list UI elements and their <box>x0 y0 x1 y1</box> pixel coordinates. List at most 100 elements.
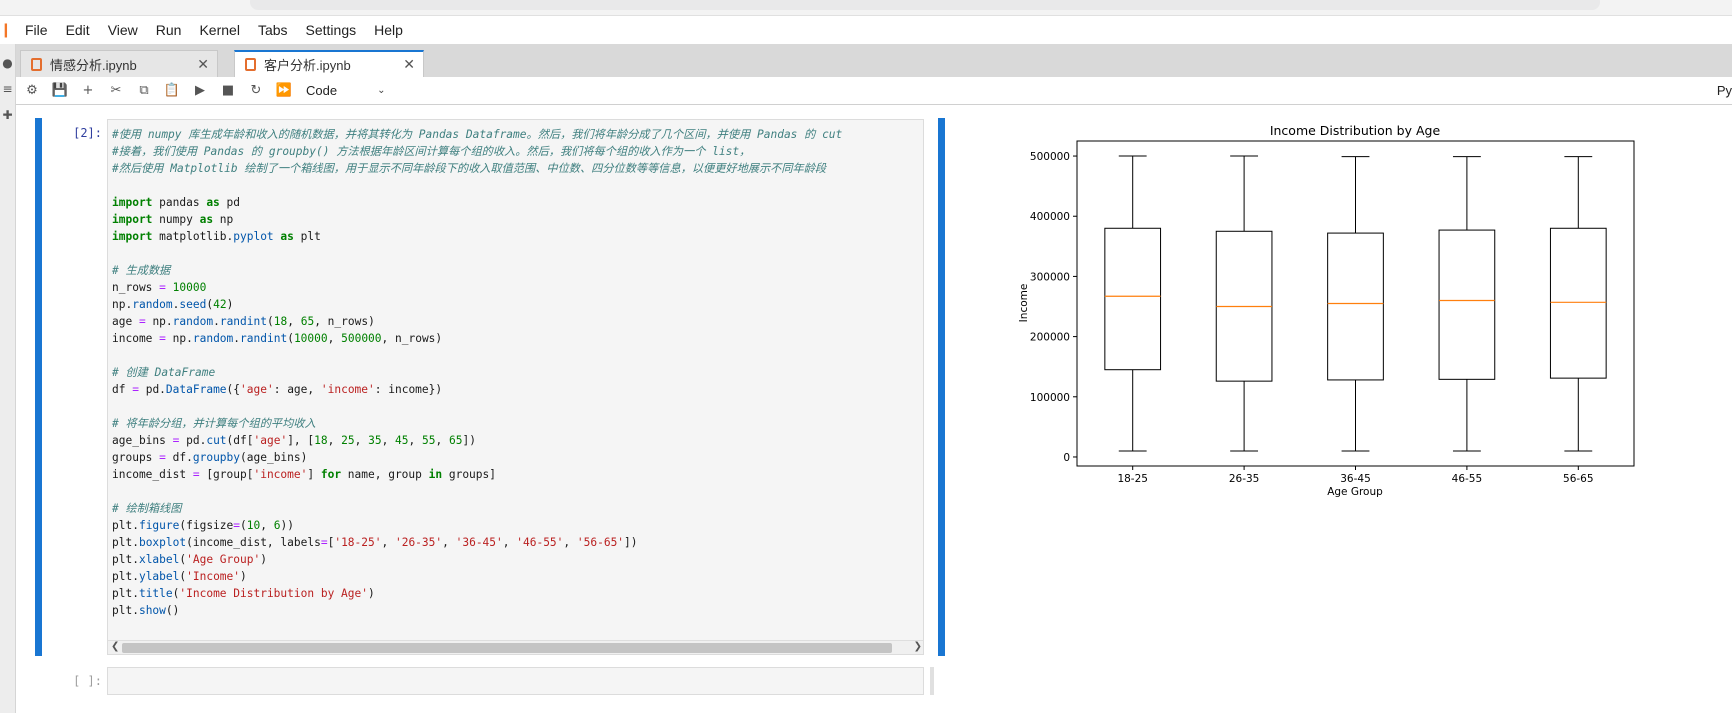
code-line-import-matplotlib: import matplotlib.pyplot as plt <box>112 230 321 243</box>
menu-view[interactable]: View <box>99 22 147 38</box>
code-editor[interactable]: #使用 numpy 库生成年龄和收入的随机数据，并将其转化为 Pandas Da… <box>107 119 924 655</box>
restart-icon[interactable]: ↻ <box>242 83 270 98</box>
code-line-import-pandas: import pandas as pd <box>112 196 241 209</box>
scroll-right-icon[interactable]: ❯ <box>914 641 922 652</box>
y-tick-label: 500000 <box>1030 151 1070 163</box>
menu-tabs[interactable]: Tabs <box>249 22 297 38</box>
horizontal-scrollbar[interactable]: ❮ ❯ <box>108 640 923 654</box>
y-tick-label: 100000 <box>1030 392 1070 404</box>
address-bar[interactable] <box>250 0 1600 10</box>
close-tab-icon[interactable]: ✕ <box>403 56 415 73</box>
code-line-seed: np.random.seed(42) <box>112 298 234 311</box>
code-block[interactable]: #使用 numpy 库生成年龄和收入的随机数据，并将其转化为 Pandas Da… <box>112 126 842 619</box>
scrollbar-thumb[interactable] <box>122 643 892 653</box>
code-comment: #使用 numpy 库生成年龄和收入的随机数据，并将其转化为 Pandas Da… <box>112 128 843 141</box>
y-tick-label: 0 <box>1063 452 1070 464</box>
cell-type-value: Code <box>306 83 338 98</box>
y-tick-label: 200000 <box>1030 332 1070 344</box>
cut-icon[interactable]: ✂ <box>102 83 130 98</box>
code-line-groups: groups = df.groupby(age_bins) <box>112 451 308 464</box>
code-line: ​ <box>112 177 842 194</box>
left-sidebar: ● ≡ ✚ <box>0 44 16 713</box>
x-tick-label: 18-25 <box>1117 473 1148 485</box>
kernel-name[interactable]: Py <box>1717 83 1732 98</box>
x-axis-label: Age Group <box>1327 486 1383 498</box>
code-comment: #接着，我们使用 Pandas 的 groupby() 方法根据年龄区间计算每个… <box>112 145 751 158</box>
code-line-age: age = np.random.randint(18, 65, n_rows) <box>112 315 375 328</box>
chevron-down-icon: ⌄ <box>377 85 386 96</box>
cell-type-select[interactable]: Code ⌄ <box>306 83 385 98</box>
code-line-figure: plt.figure(figsize=(10, 6)) <box>112 519 294 532</box>
notebook-toolbar: ⚙ 💾 + ✂ ⧉ 📋 ▶ ■ ↻ ⏩ Code ⌄ Py <box>16 77 1732 105</box>
tab-notebook-customer[interactable]: 客户分析.ipynb ✕ <box>234 50 424 77</box>
iqr-box <box>1438 229 1496 380</box>
code-line-xlabel: plt.xlabel('Age Group') <box>112 553 267 566</box>
chart-title: Income Distribution by Age <box>1270 123 1441 138</box>
menu-file[interactable]: File <box>16 22 57 38</box>
jupyter-logo-icon: ❙ <box>0 22 12 38</box>
y-axis-label: Income <box>1018 284 1030 323</box>
box-36-45 <box>1327 156 1384 452</box>
active-cell-indicator[interactable] <box>35 118 42 656</box>
menu-kernel[interactable]: Kernel <box>190 22 248 38</box>
run-icon[interactable]: ▶ <box>186 83 214 98</box>
code-line-n-rows: n_rows = 10000 <box>112 281 207 294</box>
code-comment: # 绘制箱线图 <box>112 502 182 515</box>
code-comment: #然后使用 Matplotlib 绘制了一个箱线图，用于显示不同年龄段下的收入取… <box>112 162 827 175</box>
close-tab-icon[interactable]: ✕ <box>197 56 209 73</box>
code-line-title: plt.title('Income Distribution by Age') <box>112 587 375 600</box>
toc-icon[interactable]: ≡ <box>0 82 15 96</box>
y-tick-label: 300000 <box>1030 271 1070 283</box>
bug-icon[interactable]: ⚙ <box>18 83 46 98</box>
running-icon[interactable]: ● <box>0 56 15 70</box>
iqr-box <box>1549 227 1607 379</box>
code-line-show: plt.show() <box>112 604 180 617</box>
paste-icon[interactable]: 📋 <box>158 83 186 98</box>
menu-settings[interactable]: Settings <box>297 22 366 38</box>
add-cell-icon[interactable]: + <box>74 83 102 98</box>
stop-icon[interactable]: ■ <box>214 83 242 98</box>
x-tick-label: 56-65 <box>1563 473 1594 485</box>
code-comment: # 生成数据 <box>112 264 171 277</box>
copy-icon[interactable]: ⧉ <box>130 83 158 98</box>
notebook-icon <box>245 58 256 71</box>
code-line-boxplot: plt.boxplot(income_dist, labels=['18-25'… <box>112 536 638 549</box>
tab-notebook-sentiment[interactable]: 情感分析.ipynb ✕ <box>20 50 218 77</box>
menu-help[interactable]: Help <box>365 22 412 38</box>
menubar: ❙ File Edit View Run Kernel Tabs Setting… <box>0 16 1732 44</box>
notebook-icon <box>31 57 42 71</box>
code-line: ​ <box>112 347 842 364</box>
code-comment: # 创建 DataFrame <box>112 366 216 379</box>
iqr-box <box>1104 227 1162 371</box>
y-axis-ticks: 0 100000 200000 300000 400000 500000 <box>1030 151 1077 464</box>
box-18-25 <box>1104 155 1162 452</box>
code-line-income-dist: income_dist = [group['income'] for name,… <box>112 468 496 481</box>
save-icon[interactable]: 💾 <box>46 83 74 98</box>
cell-separator <box>930 667 934 695</box>
code-line: ​ <box>112 398 842 415</box>
y-tick-label: 400000 <box>1030 211 1070 223</box>
menu-edit[interactable]: Edit <box>57 22 99 38</box>
box-46-55 <box>1438 156 1496 452</box>
extension-icon[interactable]: ✚ <box>0 108 15 122</box>
empty-code-editor[interactable] <box>107 667 924 695</box>
x-tick-label: 46-55 <box>1452 473 1483 485</box>
fast-forward-icon[interactable]: ⏩ <box>270 83 298 98</box>
code-line: ​ <box>112 245 842 262</box>
cell-prompt: [2]: <box>73 126 102 140</box>
tab-label: 情感分析.ipynb <box>50 57 137 73</box>
code-line-income: income = np.random.randint(10000, 500000… <box>112 332 443 345</box>
document-tab-bar: 情感分析.ipynb ✕ 客户分析.ipynb ✕ <box>16 44 1732 77</box>
code-line-import-numpy: import numpy as np <box>112 213 234 226</box>
output-collapser[interactable] <box>938 118 945 656</box>
code-line-ylabel: plt.ylabel('Income') <box>112 570 247 583</box>
menu-run[interactable]: Run <box>147 22 191 38</box>
code-line: ​ <box>112 483 842 500</box>
x-axis-ticks: 18-25 26-35 36-45 46-55 56-65 <box>1117 466 1594 485</box>
cell-prompt: [ ]: <box>73 674 102 688</box>
boxplot-chart: Income Distribution by Age 0 100000 200000… <box>1018 123 1635 498</box>
scroll-left-icon[interactable]: ❮ <box>111 641 119 652</box>
box-56-65 <box>1549 156 1607 452</box>
x-tick-label: 26-35 <box>1229 473 1260 485</box>
tab-label: 客户分析.ipynb <box>264 58 351 73</box>
